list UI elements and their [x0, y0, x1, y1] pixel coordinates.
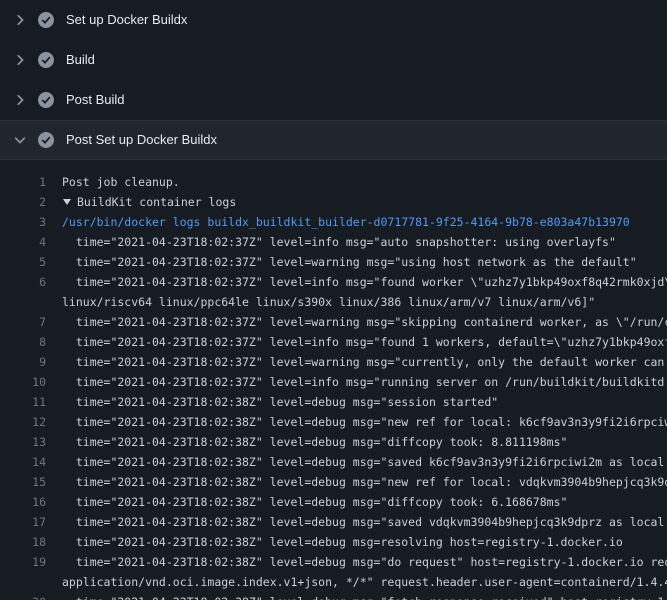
log-row: 1 Post job cleanup.: [0, 172, 667, 192]
log-text: time="2021-04-23T18:02:37Z" level=warnin…: [62, 352, 667, 372]
chevron-right-icon: [12, 52, 28, 68]
line-number[interactable]: 7: [0, 312, 46, 332]
line-number[interactable]: 18: [0, 532, 46, 552]
log-row: 15 time="2021-04-23T18:02:38Z" level=deb…: [0, 472, 667, 492]
log-text: time="2021-04-23T18:02:38Z" level=debug …: [62, 492, 667, 512]
chevron-right-icon: [12, 12, 28, 28]
log-row: 17 time="2021-04-23T18:02:38Z" level=deb…: [0, 512, 667, 532]
line-number[interactable]: 16: [0, 492, 46, 512]
step-header-set-up-docker-buildx[interactable]: Set up Docker Buildx: [0, 0, 667, 40]
log-text: time="2021-04-23T18:02:37Z" level=info m…: [62, 372, 667, 392]
log-text: time="2021-04-23T18:02:37Z" level=info m…: [62, 232, 667, 252]
line-number[interactable]: 12: [0, 412, 46, 432]
log-row: 9 time="2021-04-23T18:02:37Z" level=warn…: [0, 352, 667, 372]
log-text: time="2021-04-23T18:02:38Z" level=debug …: [62, 432, 667, 452]
log-row: 8 time="2021-04-23T18:02:37Z" level=info…: [0, 332, 667, 352]
chevron-down-icon: [12, 132, 28, 148]
line-number[interactable]: 4: [0, 232, 46, 252]
job-steps: Set up Docker BuildxBuildPost BuildPost …: [0, 0, 667, 160]
line-number[interactable]: 8: [0, 332, 46, 352]
log-text: time="2021-04-23T18:02:38Z" level=debug …: [62, 472, 667, 492]
log-row: 12 time="2021-04-23T18:02:38Z" level=deb…: [0, 412, 667, 432]
group-caret-icon: [63, 199, 71, 205]
line-number[interactable]: 6: [0, 272, 46, 292]
step-header-post-set-up-docker-buildx[interactable]: Post Set up Docker Buildx: [0, 120, 667, 160]
line-number: [0, 572, 46, 592]
log-text: time="2021-04-23T18:02:38Z" level=debug …: [62, 452, 667, 472]
group-label: BuildKit container logs: [77, 195, 236, 209]
log-row: linux/riscv64 linux/ppc64le linux/s390x …: [0, 292, 667, 312]
step-header-build[interactable]: Build: [0, 40, 667, 80]
log-text: time="2021-04-23T18:02:38Z" level=debug …: [62, 552, 667, 572]
log-text: time="2021-04-23T18:02:38Z" level=debug …: [62, 392, 667, 412]
log-viewer: 1 Post job cleanup. 2 BuildKit container lo…: [0, 160, 667, 600]
log-text: time="2021-04-23T18:02:37Z" level=warnin…: [62, 252, 667, 272]
step-label: Post Set up Docker Buildx: [66, 120, 217, 160]
check-circle-icon: [38, 132, 54, 148]
line-number[interactable]: 11: [0, 392, 46, 412]
log-row: 6 time="2021-04-23T18:02:37Z" level=info…: [0, 272, 667, 292]
step-label: Build: [66, 40, 95, 80]
log-row: 19 time="2021-04-23T18:02:38Z" level=deb…: [0, 552, 667, 572]
log-row: 14 time="2021-04-23T18:02:38Z" level=deb…: [0, 452, 667, 472]
step-label: Set up Docker Buildx: [66, 0, 187, 40]
log-row: 4 time="2021-04-23T18:02:37Z" level=info…: [0, 232, 667, 252]
log-text: application/vnd.oci.image.index.v1+json,…: [62, 572, 667, 592]
log-row: 5 time="2021-04-23T18:02:37Z" level=warn…: [0, 252, 667, 272]
check-circle-icon: [38, 12, 54, 28]
log-text: time="2021-04-23T18:02:38Z" level=debug …: [62, 412, 667, 432]
log-text: time="2021-04-23T18:02:38Z" level=debug …: [62, 532, 667, 552]
log-row: 7 time="2021-04-23T18:02:37Z" level=warn…: [0, 312, 667, 332]
log-row: 2 BuildKit container logs: [0, 192, 667, 212]
line-number[interactable]: 13: [0, 432, 46, 452]
line-number[interactable]: 9: [0, 352, 46, 372]
line-number[interactable]: 20: [0, 592, 46, 600]
line-number[interactable]: 5: [0, 252, 46, 272]
log-group-toggle[interactable]: BuildKit container logs: [62, 192, 667, 212]
line-number[interactable]: 2: [0, 192, 46, 212]
log-row: application/vnd.oci.image.index.v1+json,…: [0, 572, 667, 592]
log-row: 20 time="2021-04-23T18:02:38Z" level=deb…: [0, 592, 667, 600]
chevron-right-icon: [12, 92, 28, 108]
log-text: linux/riscv64 linux/ppc64le linux/s390x …: [62, 292, 667, 312]
log-row: 18 time="2021-04-23T18:02:38Z" level=deb…: [0, 532, 667, 552]
actions-log-panel: Set up Docker BuildxBuildPost BuildPost …: [0, 0, 667, 600]
log-text: time="2021-04-23T18:02:38Z" level=debug …: [62, 512, 667, 532]
log-text: Post job cleanup.: [62, 172, 667, 192]
log-text: time="2021-04-23T18:02:37Z" level=warnin…: [62, 312, 667, 332]
line-number[interactable]: 19: [0, 552, 46, 572]
line-number[interactable]: 10: [0, 372, 46, 392]
step-header-post-build[interactable]: Post Build: [0, 80, 667, 120]
line-number[interactable]: 1: [0, 172, 46, 192]
log-row: 11 time="2021-04-23T18:02:38Z" level=deb…: [0, 392, 667, 412]
step-label: Post Build: [66, 80, 125, 120]
log-row: 3/usr/bin/docker logs buildx_buildkit_bu…: [0, 212, 667, 232]
check-circle-icon: [38, 52, 54, 68]
line-number[interactable]: 3: [0, 212, 46, 232]
log-text: time="2021-04-23T18:02:37Z" level=info m…: [62, 332, 667, 352]
log-text: time="2021-04-23T18:02:37Z" level=info m…: [62, 272, 667, 292]
line-number[interactable]: 17: [0, 512, 46, 532]
log-row: 16 time="2021-04-23T18:02:38Z" level=deb…: [0, 492, 667, 512]
line-number[interactable]: 15: [0, 472, 46, 492]
log-text: time="2021-04-23T18:02:38Z" level=debug …: [62, 592, 667, 600]
log-row: 13 time="2021-04-23T18:02:38Z" level=deb…: [0, 432, 667, 452]
log-command: /usr/bin/docker logs buildx_buildkit_bui…: [62, 212, 667, 232]
check-circle-icon: [38, 92, 54, 108]
line-number[interactable]: 14: [0, 452, 46, 472]
line-number: [0, 292, 46, 312]
log-row: 10 time="2021-04-23T18:02:37Z" level=inf…: [0, 372, 667, 392]
